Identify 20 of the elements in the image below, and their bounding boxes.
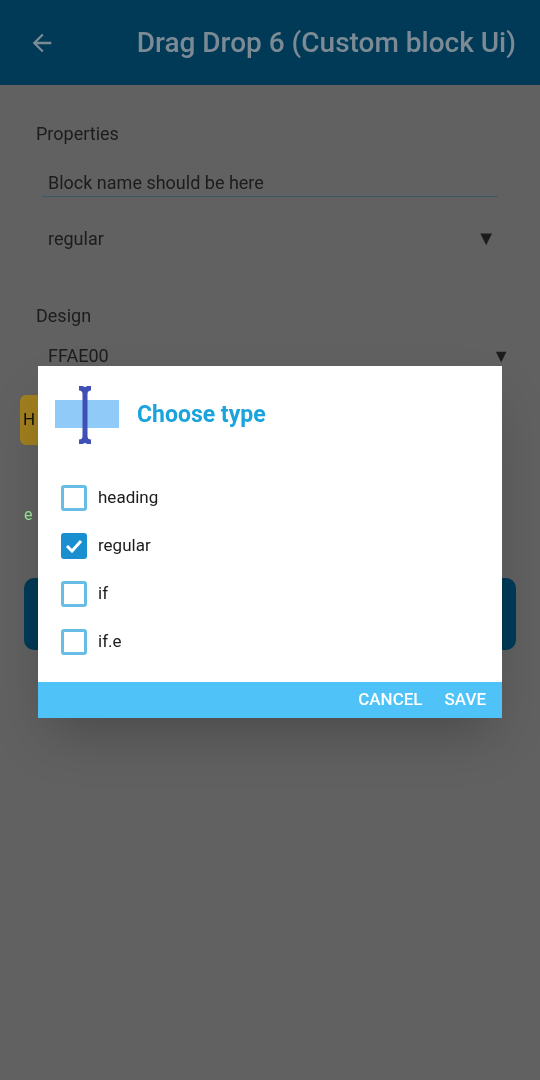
section-heading: Design <box>36 304 93 328</box>
color-dropdown[interactable]: FFAE00 ▼ <box>36 345 510 367</box>
text-cursor-icon <box>55 386 119 444</box>
input-field[interactable]: Block name should be here <box>42 171 498 197</box>
checkbox[interactable] <box>61 581 87 607</box>
checkbox[interactable] <box>61 629 87 655</box>
app-title: Drag Drop 6 (Custom block Ui) <box>136 24 516 61</box>
section-heading: Properties <box>36 122 120 146</box>
option-label: if <box>98 582 109 606</box>
type-dropdown[interactable]: regular ▼ <box>36 223 504 253</box>
checkbox[interactable] <box>61 533 87 559</box>
dialog-button[interactable]: SAVE <box>444 687 486 713</box>
option-label: regular <box>98 534 151 558</box>
option-label: if.e <box>98 630 122 654</box>
note-text: e <box>24 504 33 526</box>
check-icon <box>65 539 83 553</box>
option-label: heading <box>98 486 159 510</box>
checkbox[interactable] <box>61 485 87 511</box>
dialog-title: Choose type <box>137 399 266 430</box>
dialog-button[interactable]: CANCEL <box>358 687 423 713</box>
